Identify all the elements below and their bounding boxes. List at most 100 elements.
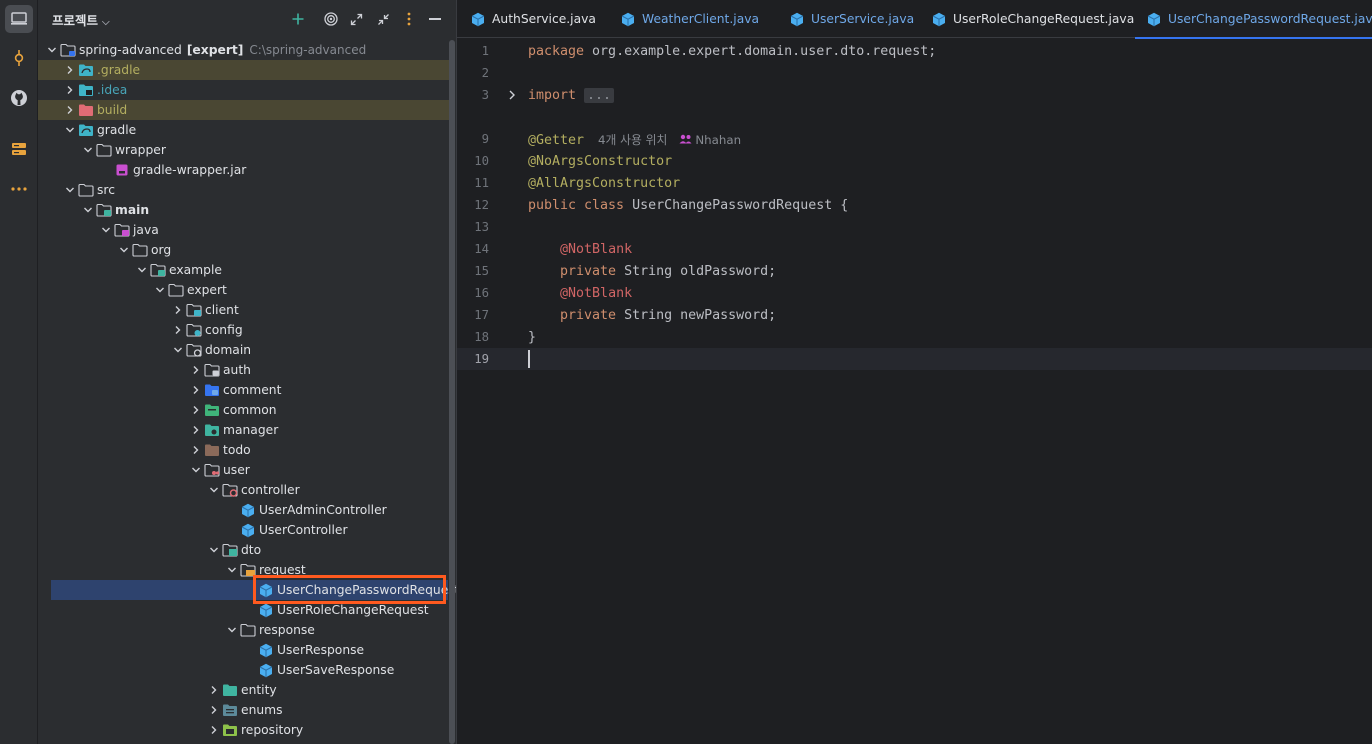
chevron-down-icon[interactable]	[170, 342, 186, 358]
tab-user-role-change-request[interactable]: UserRoleChangeRequest.java	[932, 0, 1134, 38]
fold-chevron-icon[interactable]	[505, 89, 519, 101]
chevron-down-icon[interactable]	[224, 562, 240, 578]
chevron-right-icon[interactable]	[170, 302, 186, 318]
locate-icon[interactable]	[321, 9, 341, 29]
tab-user-service[interactable]: UserService.java	[790, 0, 914, 38]
tree-row-user[interactable]: user	[38, 460, 456, 480]
chevron-right-icon[interactable]	[206, 722, 222, 738]
tab-weather-client[interactable]: WeatherClient.java	[621, 0, 759, 38]
gradle-folder-icon	[78, 62, 94, 78]
java-class-icon	[258, 582, 274, 598]
chevron-down-icon[interactable]	[188, 462, 204, 478]
tree-row-label: example	[169, 263, 222, 277]
common-folder-icon	[204, 402, 220, 418]
chevron-right-icon[interactable]	[206, 702, 222, 718]
chevron-down-icon[interactable]	[116, 242, 132, 258]
tree-row-repository[interactable]: repository	[38, 720, 456, 740]
tree-row-enums[interactable]: enums	[38, 700, 456, 720]
structure-icon[interactable]	[5, 135, 33, 163]
tree-row-spring-advanced[interactable]: spring-advanced [expert] C:\spring-advance…	[38, 40, 456, 60]
chevron-right-icon[interactable]	[188, 402, 204, 418]
java-folder-icon	[114, 222, 130, 238]
tree-row-userrolechangerequest[interactable]: UserRoleChangeRequest	[38, 600, 456, 620]
chevron-down-icon[interactable]	[44, 42, 60, 58]
chevron-down-icon[interactable]	[80, 202, 96, 218]
add-icon[interactable]	[288, 9, 308, 29]
java-class-icon	[240, 522, 256, 538]
tree-row-src[interactable]: src	[38, 180, 456, 200]
chevron-down-icon[interactable]	[224, 622, 240, 638]
chevron-down-icon[interactable]	[206, 482, 222, 498]
usages-hint[interactable]: 4개 사용 위치	[598, 133, 667, 147]
tree-row-gradle[interactable]: .gradle	[38, 60, 454, 80]
code-line: 10 @NoArgsConstructor	[457, 150, 1372, 172]
hide-icon[interactable]	[425, 9, 445, 29]
project-title: 프로젝트	[52, 13, 99, 28]
module-path: C:\spring-advanced	[249, 43, 367, 57]
chevron-down-icon[interactable]	[62, 122, 78, 138]
tree-row-domain[interactable]: domain	[38, 340, 456, 360]
tree-row-idea[interactable]: .idea	[38, 80, 456, 100]
tree-scrollbar[interactable]	[449, 40, 455, 744]
tree-row-usercontroller[interactable]: UserController	[38, 520, 456, 540]
github-icon[interactable]	[5, 84, 33, 112]
tree-row-label: .gradle	[97, 63, 141, 77]
tree-row-todo[interactable]: todo	[38, 440, 456, 460]
tree-row-main[interactable]: main	[38, 200, 456, 220]
tab-auth-service[interactable]: AuthService.java	[471, 0, 596, 38]
project-view-selector[interactable]: 프로젝트 ⌵	[52, 10, 110, 29]
tree-row-controller[interactable]: controller	[38, 480, 456, 500]
chevron-right-icon[interactable]	[170, 322, 186, 338]
tree-row-expert[interactable]: expert	[38, 280, 456, 300]
tree-row-response[interactable]: response	[38, 620, 456, 640]
options-icon[interactable]	[399, 9, 419, 29]
tree-row-dto[interactable]: dto	[38, 540, 456, 560]
expand-all-icon[interactable]	[346, 9, 366, 29]
chevron-down-icon[interactable]	[62, 182, 78, 198]
tree-row-java[interactable]: java	[38, 220, 456, 240]
author-hint[interactable]: Nhahan	[679, 133, 741, 147]
chevron-right-icon[interactable]	[62, 82, 78, 98]
chevron-right-icon[interactable]	[188, 362, 204, 378]
tree-row-gradle[interactable]: gradle	[38, 120, 456, 140]
collapse-all-icon[interactable]	[373, 9, 393, 29]
more-icon[interactable]	[5, 175, 33, 203]
chevron-right-icon[interactable]	[62, 62, 78, 78]
tree-row-useradmincontroller[interactable]: UserAdminController	[38, 500, 456, 520]
tree-row-userresponse[interactable]: UserResponse	[38, 640, 456, 660]
chevron-right-icon[interactable]	[206, 682, 222, 698]
chevron-down-icon[interactable]	[134, 262, 150, 278]
tree-row-config[interactable]: config	[38, 320, 456, 340]
tree-row-comment[interactable]: comment	[38, 380, 456, 400]
tree-row-gradle-wrapper-jar[interactable]: gradle-wrapper.jar	[38, 160, 456, 180]
tree-row-wrapper[interactable]: wrapper	[38, 140, 456, 160]
tree-row-common[interactable]: common	[38, 400, 456, 420]
chevron-down-icon[interactable]	[80, 142, 96, 158]
idea-folder-icon	[78, 82, 94, 98]
tree-row-request[interactable]: request	[38, 560, 456, 580]
tree-row-userchangepasswordrequest[interactable]: UserChangePasswordRequest	[51, 580, 456, 600]
tree-row-label: .idea	[97, 83, 128, 97]
tree-row-label: UserAdminController	[259, 503, 387, 517]
chevron-down-icon[interactable]	[152, 282, 168, 298]
tree-row-usersaveresponse[interactable]: UserSaveResponse	[38, 660, 456, 680]
chevron-down-icon[interactable]	[98, 222, 114, 238]
chevron-right-icon[interactable]	[188, 422, 204, 438]
tree-row-label: UserResponse	[277, 643, 365, 657]
tree-row-auth[interactable]: auth	[38, 360, 456, 380]
project-icon[interactable]	[5, 5, 33, 33]
tree-row-build[interactable]: build	[38, 100, 454, 120]
tree-row-example[interactable]: example	[38, 260, 456, 280]
tab-user-change-password-request[interactable]: UserChangePasswordRequest.java	[1135, 0, 1372, 39]
tree-row-manager[interactable]: manager	[38, 420, 456, 440]
commit-icon[interactable]	[5, 44, 33, 72]
tree-row-org[interactable]: org	[38, 240, 456, 260]
tree-row-client[interactable]: client	[38, 300, 456, 320]
java-class-icon	[790, 12, 804, 27]
chevron-right-icon[interactable]	[188, 442, 204, 458]
tree-row-entity[interactable]: entity	[38, 680, 456, 700]
chevron-right-icon[interactable]	[62, 102, 78, 118]
chevron-down-icon[interactable]	[206, 542, 222, 558]
code-token[interactable]: ...	[584, 87, 615, 103]
chevron-right-icon[interactable]	[188, 382, 204, 398]
